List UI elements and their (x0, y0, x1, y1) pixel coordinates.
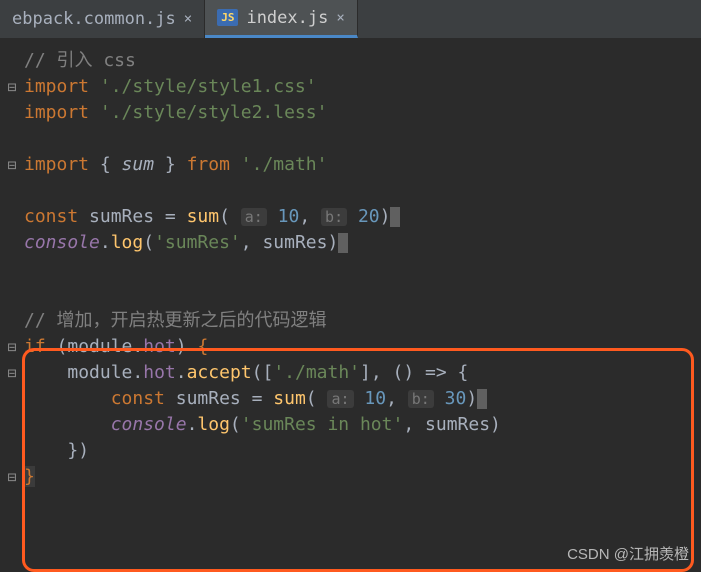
tab-index-js[interactable]: JS index.js × (205, 0, 358, 38)
fold-icon[interactable]: ⊟ (0, 464, 24, 490)
param-hint: a: (241, 208, 267, 226)
cursor-block (477, 389, 487, 409)
close-icon[interactable]: × (336, 10, 344, 26)
fold-icon[interactable]: ⊟ (0, 74, 24, 100)
comment: // 引入 css (24, 50, 136, 71)
param-hint: b: (321, 208, 347, 226)
param-hint: a: (327, 390, 353, 408)
code-area[interactable]: // 引入 css import './style/style1.css' im… (24, 48, 701, 516)
tab-label: ebpack.common.js (12, 9, 176, 29)
tab-webpack-common[interactable]: ebpack.common.js × (0, 0, 205, 38)
tab-label: index.js (246, 8, 328, 28)
close-icon[interactable]: × (184, 11, 192, 27)
js-file-icon: JS (217, 9, 238, 26)
fold-icon[interactable]: ⊟ (0, 152, 24, 178)
editor-tabs: ebpack.common.js × JS index.js × (0, 0, 701, 38)
param-hint: b: (408, 390, 434, 408)
watermark: CSDN @江拥羡橙 (567, 543, 689, 564)
comment: // 增加，开启热更新之后的代码逻辑 (24, 310, 327, 331)
gutter: ⊟ ⊟ ⊟ ⊟ ⊟ (0, 48, 24, 516)
cursor-block (338, 233, 348, 253)
code-editor[interactable]: ⊟ ⊟ ⊟ ⊟ ⊟ // 引入 css import './style/styl… (0, 38, 701, 516)
fold-icon[interactable]: ⊟ (0, 360, 24, 386)
fold-icon[interactable]: ⊟ (0, 334, 24, 360)
cursor-block (390, 207, 400, 227)
